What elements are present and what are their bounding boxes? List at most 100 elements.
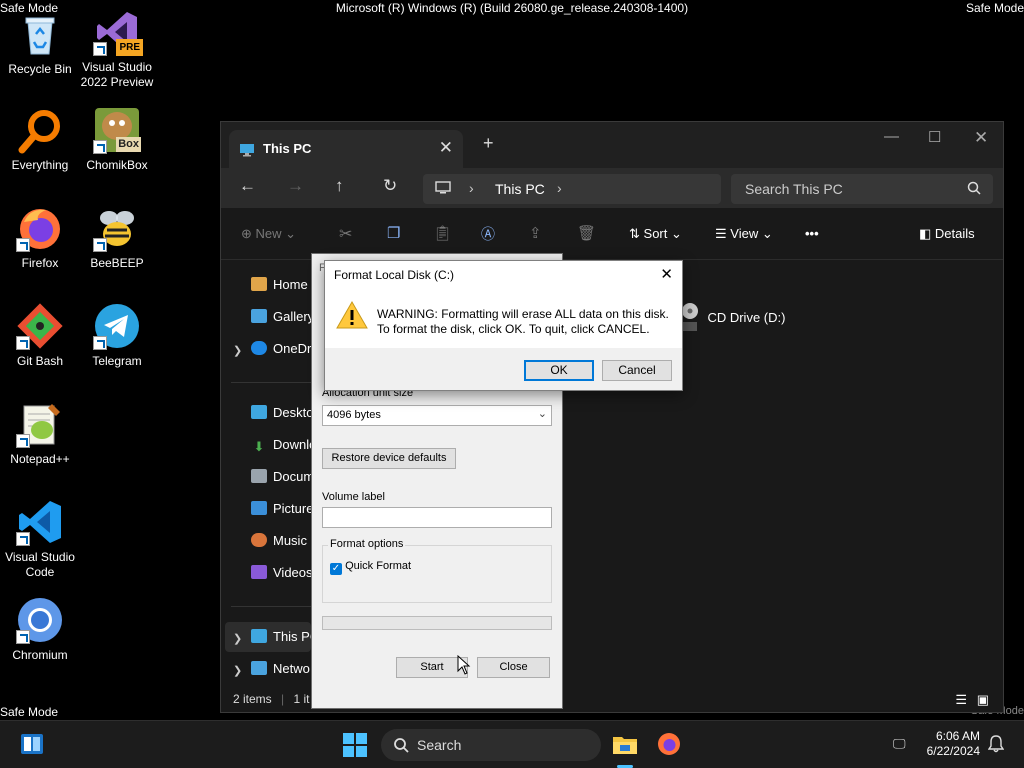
warning-message-line1: WARNING: Formatting will erase ALL data … xyxy=(377,307,669,321)
start-menu-icon[interactable] xyxy=(343,733,367,762)
more-options-button[interactable]: ••• xyxy=(805,226,819,241)
desktop-icon-telegram[interactable]: Telegram xyxy=(77,302,157,369)
desktop-icon-label: Telegram xyxy=(92,354,142,368)
sidebar-item-onedrive[interactable]: OneDri xyxy=(251,341,314,356)
firefox-taskbar-icon[interactable] xyxy=(657,732,681,761)
back-arrow-icon[interactable]: ← xyxy=(239,176,256,196)
tiles-view-icon[interactable]: ▣ xyxy=(977,692,989,708)
desktop-icon-notepadpp[interactable]: Notepad++ xyxy=(0,400,80,467)
new-button[interactable]: ⊕ New ⌄ xyxy=(241,226,296,242)
desktop-icon-visual-studio[interactable]: PRE Visual Studio 2022 Preview xyxy=(77,8,157,90)
desktop-icon-beebeep[interactable]: BeeBEEP xyxy=(77,204,157,271)
notification-bell-icon[interactable] xyxy=(987,735,1005,758)
view-button[interactable]: ☰ View ⌄ xyxy=(715,226,773,242)
copy-icon[interactable]: ❐ xyxy=(387,224,400,242)
volume-label-input[interactable] xyxy=(322,507,552,528)
desktop-icon-chromium[interactable]: Chromium xyxy=(0,596,80,663)
quick-format-checkbox[interactable]: ✓ Quick Format xyxy=(330,560,411,575)
vscode-icon xyxy=(16,498,64,546)
forward-arrow-icon[interactable]: → xyxy=(287,176,304,196)
network-icon xyxy=(251,661,267,675)
pictures-icon xyxy=(251,501,267,515)
chevron-right-icon[interactable]: ❯ xyxy=(233,344,242,357)
cut-icon[interactable]: ✂ xyxy=(339,224,352,244)
sidebar-item-this-pc[interactable]: This PC xyxy=(251,629,319,644)
sidebar-divider xyxy=(231,382,311,383)
minimize-icon[interactable]: — xyxy=(884,128,899,145)
chevron-right-icon[interactable]: › xyxy=(469,180,474,196)
delete-icon[interactable]: 🗑︎ xyxy=(577,224,596,242)
system-clock[interactable]: 6:06 AM 6/22/2024 xyxy=(927,729,980,759)
sort-icon: ⇅ xyxy=(629,226,640,241)
paste-icon[interactable]: 📋︎ xyxy=(433,224,452,242)
warning-icon xyxy=(336,300,368,335)
desktop-icon-label: Firefox xyxy=(21,256,59,270)
desktop-icon-label: ChomikBox xyxy=(86,158,148,172)
desktop-icon-vscode[interactable]: Visual Studio Code xyxy=(0,498,80,580)
shortcut-arrow-icon xyxy=(93,238,107,252)
safe-mode-label-bottom-left: Safe Mode xyxy=(0,705,59,719)
rename-icon[interactable]: Ⓐ xyxy=(481,224,495,244)
chevron-right-icon[interactable]: ❯ xyxy=(233,632,242,645)
new-button-label: New xyxy=(255,226,282,241)
status-bar: 2 items | 1 it xyxy=(233,692,310,706)
up-arrow-icon[interactable]: ↑ xyxy=(335,176,344,196)
warning-message: WARNING: Formatting will erase ALL data … xyxy=(377,307,669,337)
plus-circle-icon: ⊕ xyxy=(241,226,252,241)
chomikbox-badge: Box xyxy=(116,137,141,152)
close-dialog-icon[interactable]: ✕ xyxy=(660,265,673,283)
ok-button[interactable]: OK xyxy=(524,360,594,381)
breadcrumb[interactable]: This PC xyxy=(495,181,545,197)
sidebar-item-videos[interactable]: Videos xyxy=(251,565,313,580)
sort-button[interactable]: ⇅ Sort ⌄ xyxy=(629,226,682,242)
sidebar-item-pictures[interactable]: Picture xyxy=(251,501,313,516)
sidebar-item-gallery[interactable]: Gallery xyxy=(251,309,314,324)
maximize-icon[interactable]: ☐ xyxy=(928,128,941,146)
close-tab-icon[interactable]: ✕ xyxy=(439,138,453,158)
desktop-icon-chomikbox[interactable]: Box ChomikBox xyxy=(77,106,157,173)
preview-badge: PRE xyxy=(116,39,143,56)
search-box[interactable]: Search This PC xyxy=(731,174,993,204)
share-icon[interactable]: ⇪ xyxy=(529,224,542,242)
close-button[interactable]: Close xyxy=(477,657,550,678)
desktop-icon-label: Visual Studio Code xyxy=(5,550,75,579)
warning-message-line2: To format the disk, click OK. To quit, c… xyxy=(377,322,650,336)
cancel-button[interactable]: Cancel xyxy=(602,360,672,381)
desktop-icon-firefox[interactable]: Firefox xyxy=(0,204,80,271)
desktop-icon-everything[interactable]: Everything xyxy=(0,106,80,173)
cd-drive-item[interactable]: CD Drive (D:) xyxy=(681,302,785,332)
dialog-button-row: OK Cancel xyxy=(325,348,682,390)
chevron-right-icon[interactable]: › xyxy=(557,180,562,196)
widgets-icon[interactable] xyxy=(20,733,44,760)
download-arrow-icon: ⬇ xyxy=(253,439,265,454)
view-label: View xyxy=(730,226,759,241)
sidebar-item-network[interactable]: Netwo xyxy=(251,661,310,676)
refresh-icon[interactable]: ↻ xyxy=(383,176,397,196)
file-explorer-taskbar-icon[interactable] xyxy=(612,733,638,760)
new-tab-icon[interactable]: + xyxy=(483,133,494,154)
close-window-icon[interactable]: ✕ xyxy=(974,128,988,148)
address-bar[interactable]: › This PC › xyxy=(423,174,721,204)
gallery-icon xyxy=(251,309,267,323)
sidebar-item-documents[interactable]: Docum xyxy=(251,469,314,484)
search-placeholder: Search This PC xyxy=(745,181,843,197)
tab-this-pc[interactable]: This PC ✕ xyxy=(229,130,463,168)
search-icon xyxy=(967,181,981,200)
chevron-right-icon[interactable]: ❯ xyxy=(233,664,242,677)
sidebar-item-music[interactable]: Music xyxy=(251,533,307,548)
sidebar-item-label: Home xyxy=(273,277,308,292)
sidebar-item-label: Videos xyxy=(273,565,313,580)
taskbar-search-box[interactable]: Search xyxy=(381,729,601,761)
sidebar-item-desktop[interactable]: Deskto xyxy=(251,405,313,420)
desktop-icon-recycle-bin[interactable]: Recycle Bin xyxy=(0,10,80,77)
shortcut-arrow-icon xyxy=(16,336,30,350)
sidebar-item-home[interactable]: Home xyxy=(251,277,308,292)
details-button[interactable]: ◧ Details xyxy=(919,226,975,242)
allocation-unit-select[interactable]: 4096 bytes ⌄ xyxy=(322,405,552,426)
sidebar-item-downloads[interactable]: ⬇ Downlo xyxy=(251,437,317,454)
desktop-icon-git-bash[interactable]: Git Bash xyxy=(0,302,80,369)
details-view-icon[interactable]: ☰ xyxy=(955,692,967,708)
clock-time: 6:06 AM xyxy=(935,729,980,743)
network-disconnected-icon[interactable]: 🖵︎ xyxy=(893,736,906,752)
restore-defaults-button[interactable]: Restore device defaults xyxy=(322,448,456,469)
